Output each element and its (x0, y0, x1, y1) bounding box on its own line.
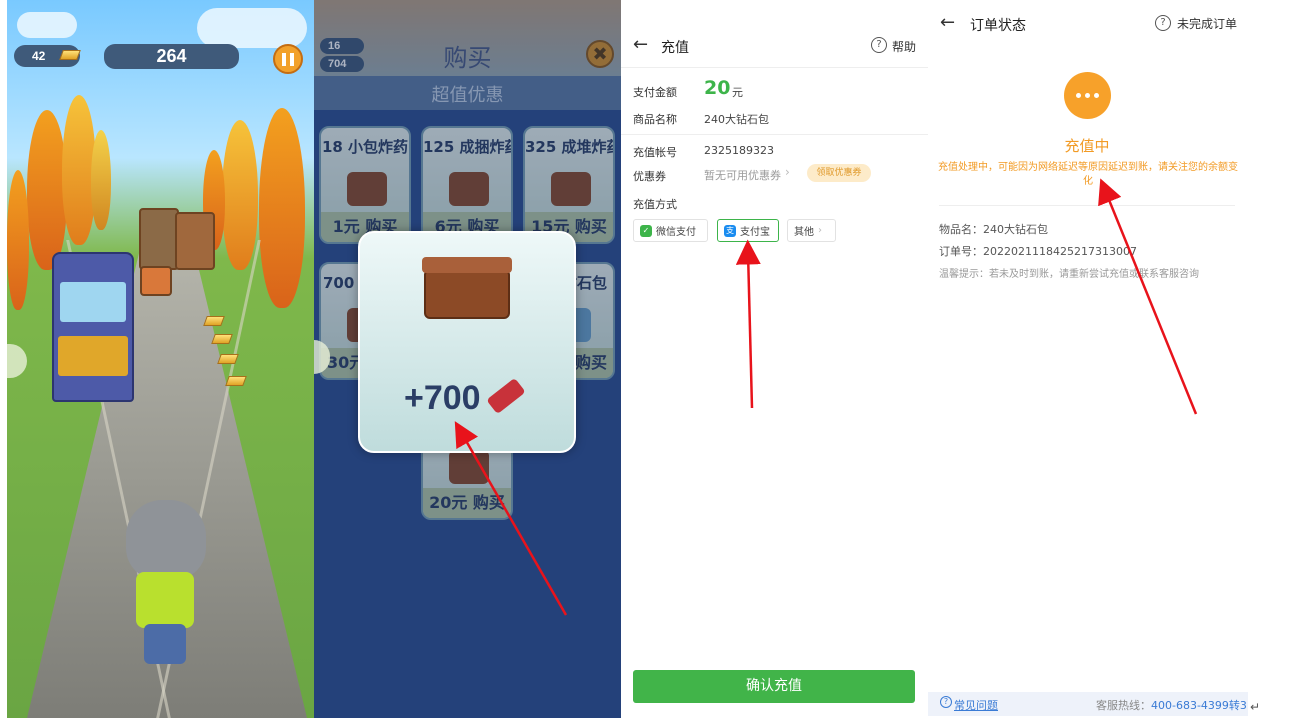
alipay-option[interactable]: 支 支付宝 (717, 219, 779, 242)
amount-unit: 元 (732, 86, 743, 99)
amount-label: 支付金额 (633, 86, 677, 99)
hotline-number[interactable]: 400-683-4399转3 (1151, 699, 1247, 712)
bus-front (58, 336, 128, 376)
recharge-screen: ← 充值 ? 帮助 支付金额 20 元 商品名称 240大钻石包 充值帐号 23… (621, 0, 928, 718)
cloud (197, 8, 307, 48)
help-icon[interactable]: ? (871, 37, 887, 53)
divider (939, 205, 1235, 206)
back-arrow-icon[interactable]: ← (940, 12, 955, 33)
bus-window (60, 282, 126, 322)
chevron-right-icon: › (818, 225, 822, 236)
divider (621, 67, 928, 68)
barrier (140, 266, 172, 296)
gold-bar-icon (203, 316, 225, 326)
autumn-tree (7, 170, 29, 310)
wechat-pay-icon: ✓ (640, 224, 652, 237)
autumn-tree (259, 108, 305, 308)
nav-bar: ← 充值 ? 帮助 (621, 26, 928, 66)
method-label-other: 其他 (794, 227, 814, 238)
status-description: 充值处理中，可能因为网络延迟等原因延迟到账，请关注您的余额变化 (938, 162, 1238, 187)
alipay-icon: 支 (724, 224, 736, 237)
method-label-wechat: 微信支付 (656, 227, 696, 238)
divider (621, 134, 928, 135)
coupon-hint[interactable]: 暂无可用优惠券 (704, 167, 781, 183)
wechat-pay-option[interactable]: ✓ 微信支付 (633, 219, 708, 242)
autumn-tree (27, 110, 67, 270)
method-label-alipay: 支付宝 (740, 227, 770, 238)
cloud (17, 12, 77, 38)
pause-icon-bar (290, 52, 294, 66)
gold-icon (59, 50, 81, 60)
chevron-right-icon: › (785, 165, 790, 179)
talking-tom-runner (122, 500, 208, 670)
side-panel-handle[interactable] (7, 344, 27, 378)
gold-bar-icon (225, 376, 247, 386)
score-counter: 264 (104, 44, 239, 69)
help-link[interactable]: 帮助 (892, 38, 916, 55)
amount-value: 20 (704, 77, 731, 99)
shop-screen: 购买 超值优惠 16 704 ✖ 18 小包炸药 1元 购买 125 成捆炸药 … (314, 0, 621, 718)
back-arrow-icon[interactable]: ← (633, 34, 648, 55)
return-mark: ↵ (1250, 700, 1261, 714)
gold-count: 42 (32, 49, 46, 63)
train-car (139, 208, 179, 270)
order-number: 订单号：20220211184252173130​07 (939, 245, 1137, 258)
hotline: 客服热线：400-683-4399转3 (1096, 697, 1247, 713)
account-value: 2325189323 (704, 144, 774, 157)
reward-popup[interactable]: +700 (358, 231, 576, 453)
tip-text: 温馨提示：若未及时到账，请重新尝试充值或联系客服咨询 (939, 269, 1199, 280)
bus-obstacle (52, 252, 134, 402)
hotline-label: 客服热线： (1096, 699, 1151, 712)
coupon-label: 优惠券 (633, 170, 666, 183)
product-value: 240大钻石包 (704, 113, 769, 126)
reward-amount: +700 (404, 379, 481, 417)
faq-link[interactable]: 常见问题 (954, 697, 998, 713)
confirm-recharge-button[interactable]: 确认充值 (633, 670, 915, 703)
question-icon[interactable]: ? (1155, 15, 1171, 31)
cat-head (126, 500, 206, 580)
score-value: 264 (156, 46, 187, 66)
dynamite-icon (486, 377, 526, 415)
page-title: 充值 (661, 40, 689, 56)
status-title: 充值中 (1064, 137, 1110, 155)
account-label: 充值帐号 (633, 146, 677, 159)
truck (175, 212, 215, 270)
footer-bar: ? 常见问题 客服热线：400-683-4399转3 (928, 692, 1248, 716)
other-payment-option[interactable]: 其他 › (787, 219, 836, 242)
autumn-tree (91, 130, 111, 230)
pause-icon (282, 52, 286, 66)
gold-bar-icon (217, 354, 239, 364)
dynamite-crate-icon (422, 257, 512, 319)
cat-legs (144, 624, 186, 664)
dot (1085, 93, 1090, 98)
faq-icon: ? (940, 696, 952, 708)
product-label: 商品名称 (633, 113, 677, 126)
autumn-tree (222, 120, 258, 270)
dot (1076, 93, 1081, 98)
order-status-screen: ← 订单状态 ? 未完成订单 充值中 充值处理中，可能因为网络延迟等原因延迟到账… (928, 0, 1248, 718)
item-name: 物品名：240大钻石包 (939, 223, 1048, 236)
method-label: 充值方式 (633, 198, 677, 211)
cat-shirt (136, 572, 194, 628)
gold-bar-icon (211, 334, 233, 344)
dot (1094, 93, 1099, 98)
unfinished-orders-link[interactable]: 未完成订单 (1177, 15, 1237, 32)
runner-game-screen: 42 264 (7, 0, 314, 718)
get-coupon-button[interactable]: 领取优惠券 (807, 164, 871, 182)
pause-button[interactable] (273, 44, 303, 74)
processing-icon (1064, 72, 1111, 119)
page-title: 订单状态 (970, 18, 1026, 34)
